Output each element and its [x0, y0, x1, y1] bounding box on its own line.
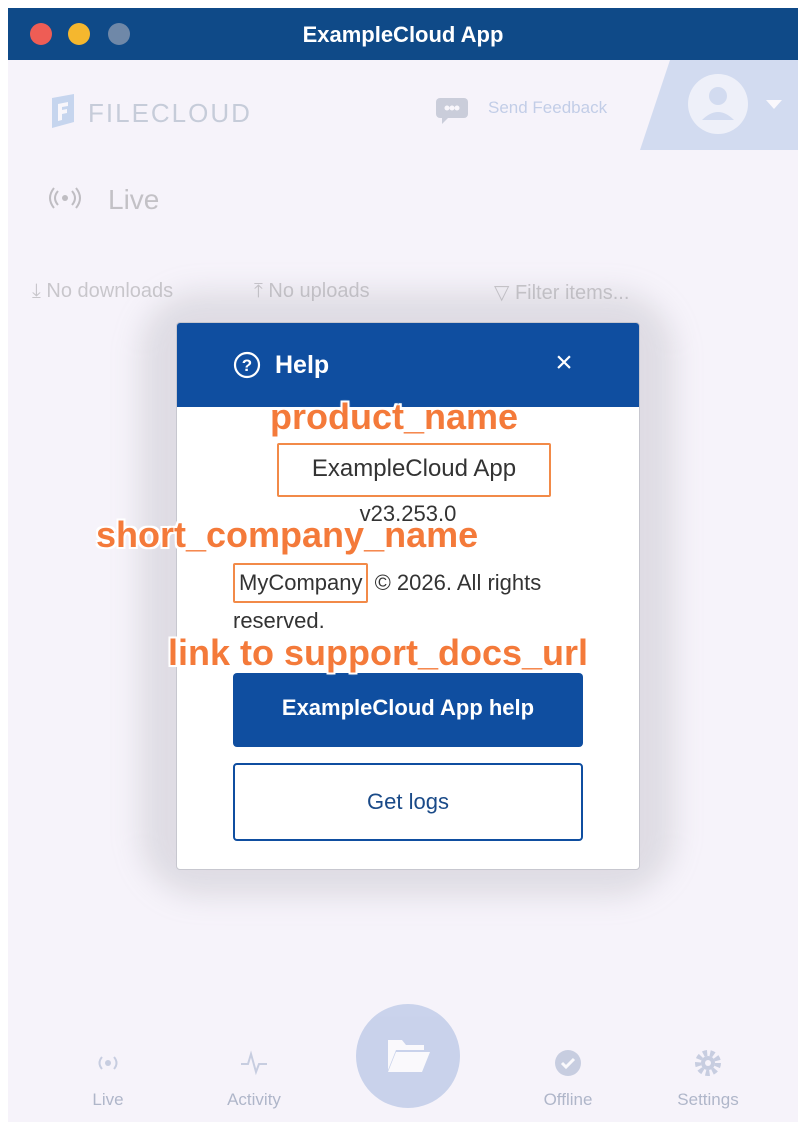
window-title: ExampleCloud App — [302, 22, 504, 47]
product-name-highlight: ExampleCloud App — [277, 443, 551, 497]
help-icon: ? — [233, 351, 261, 379]
dialog-title: Help — [275, 351, 330, 379]
close-icon[interactable]: × — [549, 348, 579, 379]
nav-settings[interactable]: Settings — [658, 1048, 758, 1110]
send-feedback-link[interactable]: Send Feedback — [488, 98, 607, 118]
feedback-icon[interactable] — [434, 96, 470, 124]
get-logs-button[interactable]: Get logs — [233, 763, 583, 841]
dialog-header: ? Help × — [177, 323, 639, 407]
annotation-support-link: link to support_docs_url — [168, 632, 589, 673]
section-title: Live — [108, 184, 160, 215]
title-bar: ExampleCloud App — [8, 8, 798, 60]
nav-live[interactable]: Live — [58, 1048, 158, 1110]
folder-button[interactable] — [356, 1004, 460, 1108]
settings-icon — [695, 1050, 721, 1076]
offline-icon — [555, 1050, 581, 1076]
annotation-product-name: product_name — [270, 396, 519, 437]
copyright-text: MyCompany © 2026. All rights reserved. — [233, 563, 563, 639]
annotation-short-company-name: short_company_name — [96, 514, 479, 555]
live-icon — [49, 187, 81, 209]
activity-icon — [241, 1050, 267, 1076]
profile-menu[interactable] — [640, 60, 798, 150]
bottom-navigation: Live Activity Offline Settings — [8, 1004, 798, 1122]
nav-activity[interactable]: Activity — [204, 1048, 304, 1110]
download-icon: ⤓ — [32, 280, 41, 302]
folder-icon — [388, 1040, 430, 1072]
nav-offline[interactable]: Offline — [518, 1048, 618, 1110]
company-name: MyCompany — [233, 563, 369, 603]
svg-text:?: ? — [242, 356, 252, 375]
product-name: ExampleCloud App — [311, 455, 517, 482]
product-help-button[interactable]: ExampleCloud App help — [233, 673, 583, 747]
filecloud-logo-icon — [52, 94, 74, 128]
logo-text: FILECLOUD — [88, 98, 252, 128]
downloads-status: ⤓ No downloads — [32, 280, 174, 302]
live-icon — [98, 1056, 118, 1070]
